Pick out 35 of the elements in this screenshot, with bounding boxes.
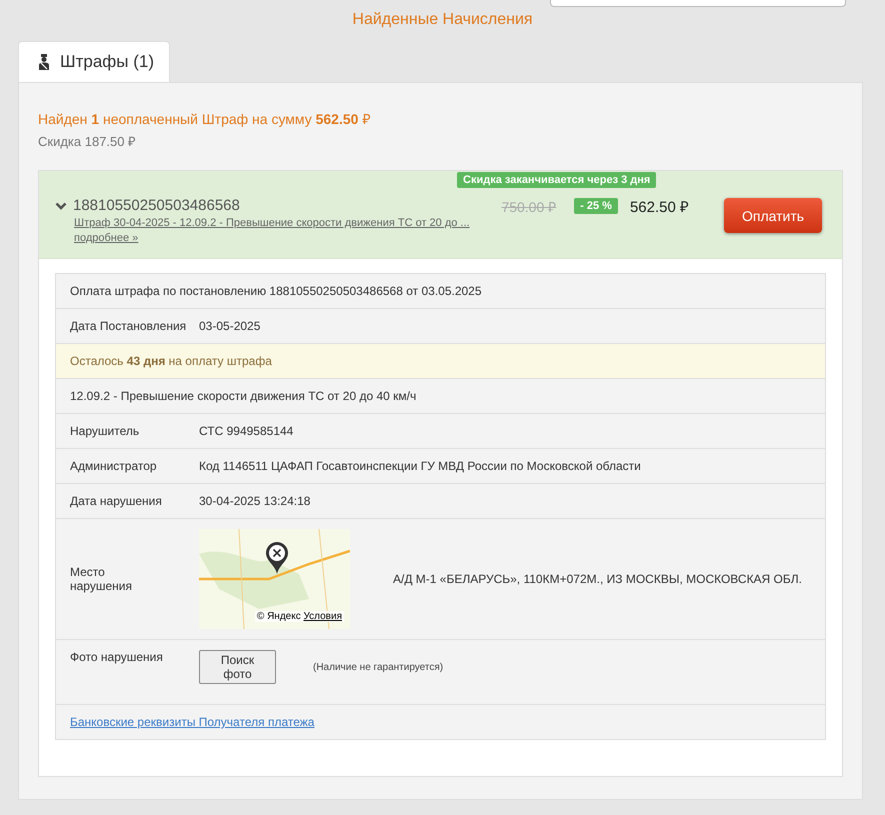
bank-details-link[interactable]: Банковские реквизиты Получателя платежа <box>70 715 314 729</box>
terms-link[interactable]: Условия <box>303 611 342 622</box>
field-value: СТС 9949585144 <box>199 424 294 438</box>
fine-price: 562.50 ₽ <box>630 198 689 216</box>
page-title: Найденные Начисления <box>351 11 534 29</box>
field-value: 30-04-2025 13:24:18 <box>199 494 310 508</box>
chevron-down-icon[interactable] <box>55 202 67 210</box>
violation-text: 12.09.2 - Превышение скорости движения ТС от 20 до 40 км/ч <box>70 389 416 403</box>
availability-note: (Наличие не гарантируется) <box>313 662 444 673</box>
map-pin-icon <box>265 541 289 575</box>
map-attribution: © Яндекс Условия <box>254 611 344 622</box>
old-price: 750.00 ₽ <box>501 198 556 216</box>
summary-text: Найден 1 неоплаченный Штраф на сумму 562.50 ₽ <box>38 110 372 128</box>
pay-button[interactable]: Оплатить <box>724 198 822 233</box>
field-value: 03-05-2025 <box>199 319 260 333</box>
field-value: Код 1146511 ЦАФАП Госавтоинспекции ГУ МВД России по Московской области <box>199 459 641 473</box>
field-label: Дата Постановления <box>70 319 188 333</box>
map-placeholder[interactable]: © Яндекс Условия <box>199 529 350 629</box>
fine-description-link[interactable]: Штраф 30-04-2025 - 12.09.2 - Превышение скорости движения ТС от 20 до ... <box>74 217 470 229</box>
fine-number: 18810550250503486568 <box>73 197 240 214</box>
field-label: Фото нарушения <box>70 650 164 664</box>
photo-search-button[interactable]: Поиск фото <box>199 650 276 684</box>
discount-deadline-badge: Скидка заканчивается через 3 дня <box>457 172 656 188</box>
details-title: Оплата штрафа по постановлению 18810550250503486568 от 03.05.2025 <box>70 284 482 298</box>
field-label: Дата нарушения <box>70 494 163 508</box>
more-link[interactable]: подробнее » <box>74 232 470 244</box>
field-label: Администратор <box>70 459 158 473</box>
officer-icon <box>38 54 50 70</box>
fines-tab[interactable]: Штрафы (1) <box>18 41 170 82</box>
field-label: Место нарушения <box>70 565 133 593</box>
discount-text: Скидка 187.50 ₽ <box>38 133 138 150</box>
location-address: А/Д М-1 «БЕЛАРУСЬ», 110КМ+072М., ИЗ МОСКВЫ, МОСКОВСКАЯ ОБЛ. <box>393 572 802 586</box>
deadline-notice: Осталось 43 дня на оплату штрафа <box>70 354 272 368</box>
percent-badge: - 25 % <box>574 198 618 214</box>
field-label: Нарушитель <box>70 424 140 438</box>
